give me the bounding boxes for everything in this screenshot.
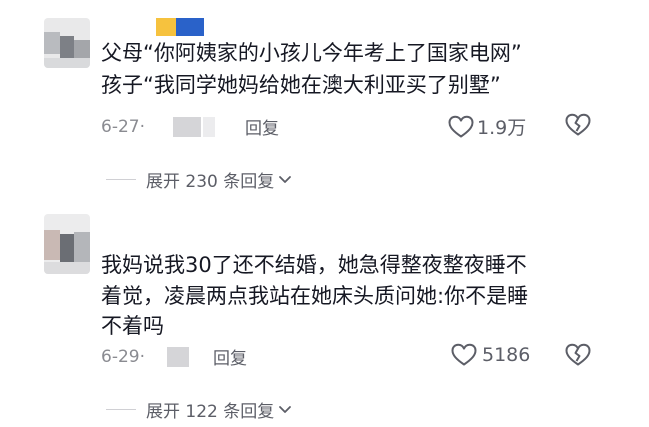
chevron-down-icon (278, 400, 292, 420)
comment-meta: 6-27· 回复 (101, 114, 279, 139)
avatar[interactable] (44, 18, 90, 68)
like-button[interactable]: 1.9万 (448, 113, 526, 140)
avatar[interactable] (44, 214, 90, 274)
expand-replies-label: 展开 122 条回复 (146, 402, 275, 422)
comment-date: 6-27· (101, 116, 145, 137)
like-button[interactable]: 5186 (451, 343, 530, 367)
reply-button[interactable]: 回复 (245, 114, 279, 139)
location-redacted (203, 116, 215, 137)
comment-text-line: 我妈说我30了还不结婚，她急得整夜整夜睡不 (101, 253, 527, 277)
broken-heart-icon[interactable] (565, 113, 591, 141)
location-redacted (167, 346, 189, 367)
comment-text-line: 着觉，凌晨两点我站在她床头质问她:你不是睡 (101, 284, 529, 308)
expand-replies-button[interactable]: 展开 230 条回复 (106, 167, 292, 192)
chevron-down-icon (278, 170, 292, 190)
username-redacted (156, 18, 204, 36)
divider-line (106, 179, 136, 180)
like-count: 1.9万 (477, 117, 527, 139)
expand-replies-label: 展开 230 条回复 (146, 172, 275, 192)
divider-line (106, 409, 136, 410)
expand-replies-button[interactable]: 展开 122 条回复 (106, 397, 292, 422)
comment-text-line: 孩子“我同学她妈给她在澳大利亚买了别墅” (101, 73, 501, 97)
comment-meta: 6-29· 回复 (101, 344, 247, 369)
heart-outline-icon (448, 115, 474, 139)
comment-date: 6-29· (101, 346, 145, 367)
location-redacted (173, 116, 201, 137)
heart-outline-icon (451, 343, 477, 367)
reply-button[interactable]: 回复 (213, 344, 247, 369)
broken-heart-icon[interactable] (565, 343, 591, 371)
like-count: 5186 (482, 344, 531, 366)
comment-text-line: 不着吗 (101, 314, 164, 338)
comment-text-line: 父母“你阿姨家的小孩儿今年考上了国家电网” (101, 41, 522, 65)
